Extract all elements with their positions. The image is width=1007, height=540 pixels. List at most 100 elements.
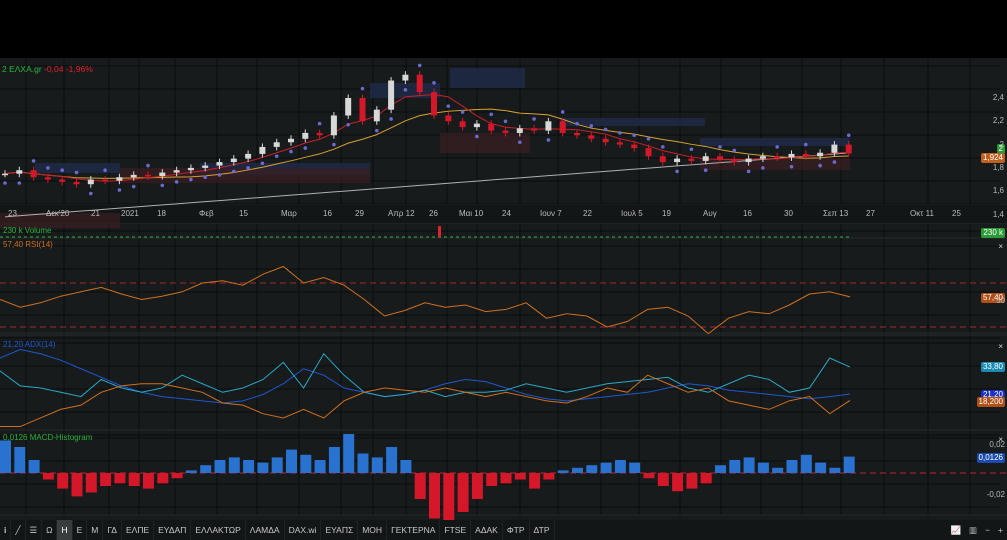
macd-bar: [400, 460, 412, 473]
candle: [187, 167, 194, 171]
zoom-in-button[interactable]: +: [998, 525, 1003, 535]
time-tick: Μαρ: [281, 209, 297, 218]
time-tick: 2021: [121, 209, 139, 218]
time-tick: 25: [952, 209, 961, 218]
macd-bar: [371, 457, 383, 473]
bar-chart-icon[interactable]: ▥: [969, 525, 977, 536]
toolbar-item[interactable]: ΓΔ: [103, 520, 122, 540]
candle: [402, 74, 409, 81]
toolbar-item[interactable]: ΕΥΑΠΣ: [321, 520, 359, 540]
sar-dot: [360, 86, 365, 91]
candle: [259, 146, 266, 154]
macd-bar: [815, 462, 827, 473]
toolbar-item[interactable]: ΛΑΜΔΑ: [246, 520, 285, 540]
macd-bar: [729, 460, 741, 473]
zoom-out-button[interactable]: −: [985, 525, 990, 535]
candle: [359, 98, 366, 122]
macd-bar: [185, 470, 197, 473]
zone-box: [700, 138, 850, 146]
candle: [731, 159, 738, 163]
candle: [116, 177, 123, 181]
sar-dot: [746, 169, 751, 174]
sar-dot: [89, 191, 93, 196]
macd-bar: [28, 460, 40, 473]
price-tick: 2,2: [992, 116, 1004, 126]
macd-bar: [243, 460, 255, 473]
toolbar-item[interactable]: ΦΤΡ: [503, 520, 530, 540]
toolbar-item[interactable]: FTSE: [440, 520, 472, 540]
candle: [473, 123, 480, 128]
toolbar-item[interactable]: Ε: [73, 520, 88, 540]
candle: [59, 179, 66, 182]
toolbar-item[interactable]: ΕΛΠΕ: [122, 520, 155, 540]
time-tick: Σεπ 13: [823, 209, 849, 218]
sar-dot: [661, 145, 665, 149]
time-tick: Απρ 12: [388, 209, 415, 218]
time-tick: 23: [8, 209, 17, 218]
sar-dot: [775, 145, 779, 149]
macd-bar: [0, 440, 11, 473]
candle: [345, 98, 352, 116]
candle: [602, 138, 609, 143]
chart-type-icon[interactable]: 📈: [950, 525, 961, 536]
toolbar-item[interactable]: ΕΛΛΑΚΤΩΡ: [191, 520, 246, 540]
toolbar-item[interactable]: ΔΤΡ: [530, 520, 555, 540]
info-button[interactable]: i: [0, 520, 12, 540]
sar-dot: [131, 184, 136, 189]
candle: [159, 172, 166, 177]
toolbar-item[interactable]: ΕΥΔΑΠ: [154, 520, 192, 540]
macd-bar: [214, 460, 226, 473]
toolbar-item[interactable]: Ω: [42, 520, 58, 540]
sar-dot: [146, 163, 150, 168]
macd-bar: [157, 473, 169, 484]
sar-dot: [403, 88, 408, 92]
pencil-icon: ╱: [15, 524, 21, 535]
candle: [759, 156, 766, 159]
rsi-label: 57,40 RSI(14): [3, 240, 53, 249]
toolbar-item[interactable]: ΜΟΗ: [358, 520, 388, 540]
sar-dot: [632, 133, 636, 138]
macd-bar: [100, 473, 112, 486]
macd-bar: [386, 447, 398, 473]
sar-dot: [818, 163, 822, 168]
sar-dot: [703, 168, 708, 173]
toolbar-item[interactable]: Μ: [87, 520, 104, 540]
sar-dot: [332, 142, 336, 147]
toolbar-item[interactable]: ΓΕΚΤΕΡΝΑ: [387, 520, 441, 540]
macd-bar: [529, 473, 541, 489]
price-tick: 1,8: [992, 162, 1004, 172]
chart-area[interactable]: [0, 58, 1007, 525]
macd-bar: [657, 473, 669, 486]
macd-bar: [357, 453, 369, 473]
info-icon: i: [4, 525, 7, 535]
candle: [245, 153, 252, 159]
volume-bar: [438, 226, 441, 237]
chart-canvas[interactable]: [0, 58, 1007, 525]
sar-dot: [846, 133, 851, 138]
candle: [16, 170, 23, 174]
draw-button[interactable]: ╱: [11, 520, 26, 540]
lines-button[interactable]: ☰: [26, 520, 43, 540]
sar-dot: [232, 169, 236, 174]
macd-bar: [286, 449, 297, 473]
macd-bar: [42, 473, 54, 480]
macd-bar: [500, 473, 512, 484]
plus-di-line: [0, 352, 851, 398]
time-tick: Αυγ: [703, 209, 717, 218]
sar-dot: [317, 121, 322, 126]
rsi-axis-50: 50: [996, 296, 1005, 305]
adx-label: 21,20 ADX(14): [3, 340, 56, 349]
adx-close-icon[interactable]: ×: [998, 342, 1003, 351]
toolbar-item[interactable]: Η: [57, 520, 73, 540]
macd-bar: [457, 473, 469, 512]
toolbar-item[interactable]: ΑΔΑΚ: [471, 520, 503, 540]
rsi-close-icon[interactable]: ×: [998, 242, 1003, 251]
macd-tick-pos: 0,02: [989, 440, 1005, 449]
sar-dot: [246, 166, 250, 170]
macd-bar: [328, 447, 340, 473]
candle: [516, 128, 523, 133]
toolbar-item[interactable]: DAX.wi: [285, 520, 322, 540]
volume-tag: 230 k: [981, 228, 1005, 238]
macd-bar: [300, 454, 312, 473]
macd-label: 0,0126 MACD-Histogram: [3, 433, 93, 442]
